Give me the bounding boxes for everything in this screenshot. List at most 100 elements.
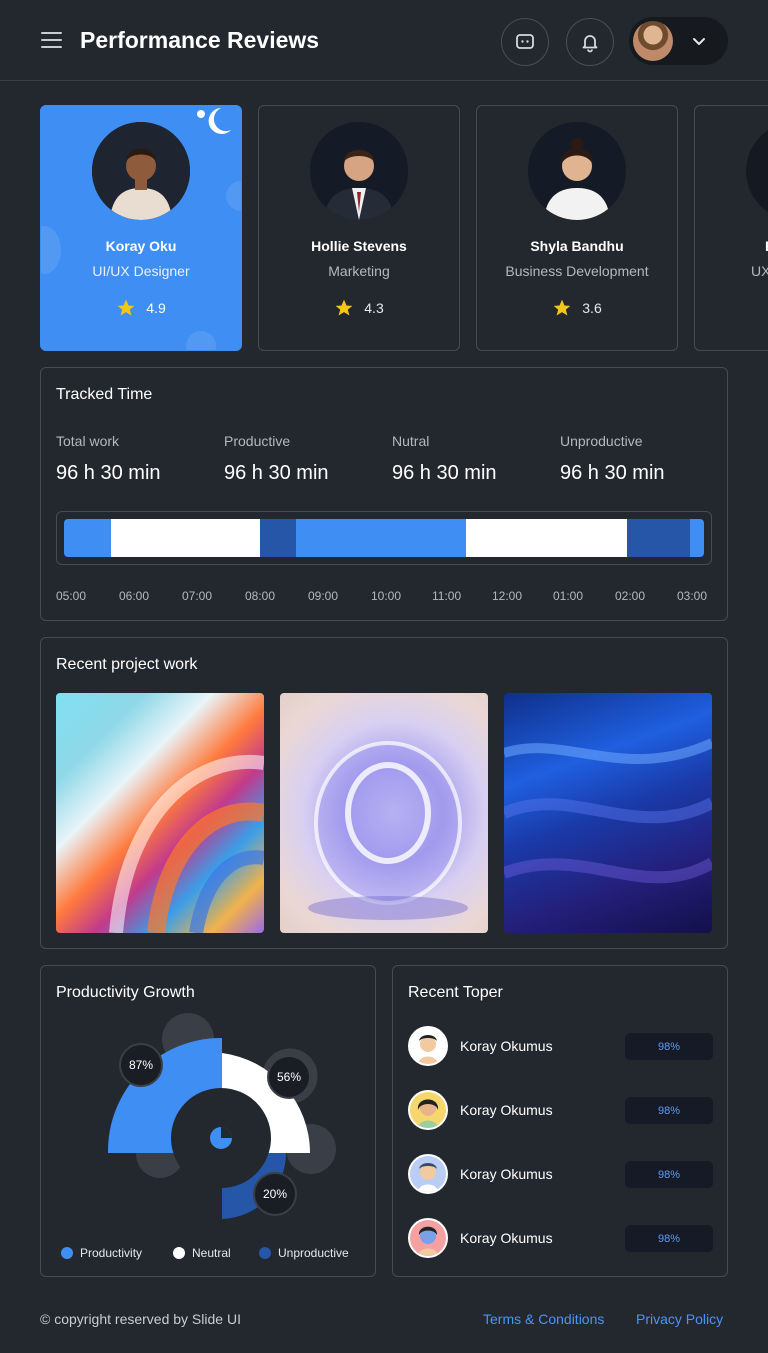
time-tick: 05:00: [56, 589, 87, 603]
bell-icon: [582, 35, 598, 53]
employee-name: Koray Oku: [105, 238, 177, 254]
time-tick: 12:00: [492, 589, 523, 603]
toper-name: Koray Okumus: [460, 1038, 553, 1054]
employee-photo: [528, 122, 626, 220]
employee-photo: [746, 122, 768, 220]
panel-title: Tracked Time: [56, 386, 153, 403]
chat-button[interactable]: [501, 18, 549, 66]
panel-title: Recent project work: [56, 656, 198, 673]
score-badge: 98%: [625, 1033, 713, 1060]
legend-label: Productivity: [80, 1246, 143, 1260]
panel-title: Recent Toper: [408, 984, 503, 1001]
notification-button[interactable]: [566, 18, 614, 66]
page-title: Performance Reviews: [80, 27, 320, 53]
time-tick: 08:00: [245, 589, 276, 603]
time-tick: 02:00: [615, 589, 646, 603]
avatar: [408, 1026, 448, 1066]
legend-item: Productivity: [61, 1246, 142, 1260]
moon-icon: [197, 108, 231, 134]
legend-dot: [173, 1247, 185, 1259]
copyright-text: © copyright reserved by Slide UI: [40, 1311, 241, 1327]
employee-card[interactable]: Koray Oku UI/UX Designer 4.9: [40, 105, 242, 351]
neutral-segment: [466, 519, 627, 557]
score-badge: 98%: [625, 1161, 713, 1188]
time-tick: 07:00: [182, 589, 213, 603]
stat-value: 96 h 30 min: [392, 462, 497, 484]
score-badge: 98%: [625, 1097, 713, 1124]
productive-segment: [64, 519, 111, 557]
avatar: [633, 21, 673, 61]
legend-item: Neutral: [173, 1246, 231, 1260]
legend-label: Neutral: [192, 1246, 231, 1260]
legend-dot: [259, 1247, 271, 1259]
productivity-panel: Productivity Growth 87% 56% 20% Producti…: [40, 965, 376, 1277]
time-tick: 11:00: [432, 589, 462, 603]
time-tick: 09:00: [308, 589, 339, 603]
recent-toper-panel: Recent Toper Koray Okumus 98% Koray Okum…: [392, 965, 728, 1277]
chat-icon: [516, 34, 534, 49]
employee-photo: [310, 122, 408, 220]
toper-name: Koray Okumus: [460, 1102, 553, 1118]
top-bar: Performance Reviews: [0, 0, 768, 81]
list-item[interactable]: Koray Okumus 98%: [408, 1026, 713, 1066]
stat-value: 96 h 30 min: [56, 462, 161, 484]
legend-dot: [61, 1247, 73, 1259]
unproductive-percent: 20%: [262, 1187, 288, 1201]
employee-role: UX: [751, 263, 768, 279]
star-icon: [553, 299, 571, 316]
stat-value: 96 h 30 min: [224, 462, 329, 484]
employee-card[interactable]: Hollie Stevens Marketing 4.3: [258, 105, 460, 351]
employee-role: UI/UX Designer: [92, 263, 190, 279]
menu-icon[interactable]: [41, 31, 62, 49]
star-icon: [117, 299, 135, 316]
avatar: [408, 1090, 448, 1130]
employee-role: Marketing: [328, 263, 390, 279]
stat-label: Unproductive: [560, 433, 643, 449]
neutral-segment: [111, 519, 260, 557]
productive-segment: [296, 519, 466, 557]
time-tick: 06:00: [119, 589, 150, 603]
project-image[interactable]: [56, 693, 264, 933]
project-image[interactable]: [504, 693, 712, 933]
rating-value: 4.3: [364, 300, 384, 316]
star-icon: [335, 299, 353, 316]
list-item[interactable]: Koray Okumus 98%: [408, 1154, 713, 1194]
recent-projects-panel: Recent project work: [40, 637, 728, 949]
avatar: [408, 1154, 448, 1194]
productive-percent: 87%: [128, 1058, 154, 1072]
project-image[interactable]: [280, 693, 488, 933]
employee-rating: 4.3: [259, 298, 459, 318]
tracked-time-panel: Tracked Time Total work 96 h 30 min Prod…: [40, 367, 728, 621]
unproductive-segment: [627, 519, 690, 557]
stat-label: Nutral: [392, 433, 430, 449]
time-tracking-bar: [56, 511, 712, 565]
list-item[interactable]: Koray Okumus 98%: [408, 1090, 713, 1130]
profile-menu[interactable]: [629, 17, 728, 65]
unproductive-segment: [260, 519, 296, 557]
stat-label: Total work: [56, 433, 120, 449]
privacy-link[interactable]: Privacy Policy: [636, 1311, 723, 1327]
employee-card[interactable]: Shyla Bandhu Business Development 3.6: [476, 105, 678, 351]
avatar: [408, 1218, 448, 1258]
productivity-chart: [107, 1013, 336, 1219]
employee-name: Hollie Stevens: [311, 238, 407, 254]
employee-card[interactable]: F UX: [694, 105, 768, 351]
employee-name: Shyla Bandhu: [530, 238, 624, 254]
terms-link[interactable]: Terms & Conditions: [483, 1311, 604, 1327]
list-item[interactable]: Koray Okumus 98%: [408, 1218, 713, 1258]
employee-rating: 3.6: [477, 298, 677, 318]
toper-name: Koray Okumus: [460, 1166, 553, 1182]
rating-value: 4.9: [146, 300, 166, 316]
employee-role: Business Development: [505, 263, 649, 279]
score-badge: 98%: [625, 1225, 713, 1252]
time-tick: 01:00: [553, 589, 584, 603]
legend-item: Unproductive: [259, 1246, 349, 1260]
time-tick: 03:00: [677, 589, 708, 603]
chevron-down-icon: [693, 38, 705, 45]
toper-name: Koray Okumus: [460, 1230, 553, 1246]
employee-photo: [92, 122, 190, 220]
legend-label: Unproductive: [278, 1246, 349, 1260]
stat-label: Productive: [224, 433, 291, 449]
productive-segment: [690, 519, 704, 557]
employee-rating: 4.9: [41, 298, 241, 318]
